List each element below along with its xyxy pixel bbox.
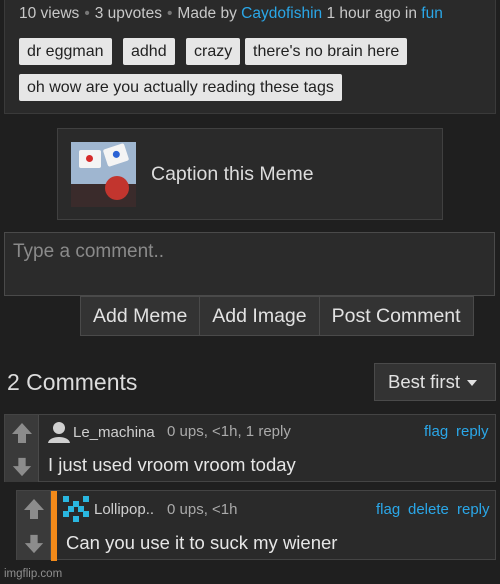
- tag-link[interactable]: dr eggman: [19, 38, 112, 65]
- meme-stats-line: 10 views • 3 upvotes • Made by Caydofishin 1…: [19, 5, 443, 23]
- stream-link[interactable]: fun: [421, 5, 443, 22]
- caption-label: Caption this Meme: [151, 163, 314, 185]
- comments-count: 2 Comments: [7, 369, 138, 395]
- comment-reply: Lollipop.. 0 ups, <1h flag delete reply …: [16, 490, 496, 561]
- views-count: 10 views: [19, 5, 80, 22]
- meme-meta-panel: 10 views • 3 upvotes • Made by Caydofishin 1…: [4, 0, 496, 114]
- comment-text: Can you use it to suck my wiener: [66, 532, 338, 553]
- flag-link[interactable]: flag: [376, 501, 400, 518]
- upvote-button[interactable]: [17, 491, 51, 527]
- downvote-button[interactable]: [5, 451, 39, 482]
- pixel-avatar-icon[interactable]: [63, 496, 89, 522]
- author-link[interactable]: Caydofishin: [241, 5, 322, 22]
- meme-template-thumbnail: [71, 142, 136, 207]
- imgflip-watermark: imgflip.com: [4, 568, 63, 580]
- separator-dot: •: [84, 5, 90, 22]
- chevron-down-icon: [466, 380, 477, 387]
- tag-link[interactable]: there's no brain here: [245, 38, 408, 65]
- reply-link[interactable]: reply: [456, 423, 489, 440]
- upvote-button[interactable]: [5, 415, 39, 451]
- sort-label: Best first: [388, 371, 460, 392]
- made-by-label: Made by: [177, 5, 237, 22]
- comment-actions: Add Meme Add Image Post Comment: [80, 296, 474, 336]
- arrow-down-icon: [12, 457, 31, 476]
- sort-dropdown[interactable]: Best first: [374, 363, 496, 401]
- tag-link[interactable]: oh wow are you actually reading these ta…: [19, 74, 342, 101]
- caption-this-meme-card[interactable]: Caption this Meme: [57, 128, 443, 220]
- add-image-button[interactable]: Add Image: [200, 296, 320, 336]
- reply-indicator-stripe: [51, 491, 57, 561]
- arrow-down-icon: [24, 534, 43, 553]
- post-time: 1 hour ago in: [326, 5, 417, 22]
- comment-meta: 0 ups, <1h, 1 reply: [167, 423, 291, 440]
- comment-username[interactable]: Le_machina: [73, 424, 155, 441]
- downvote-button[interactable]: [17, 527, 51, 560]
- add-meme-button[interactable]: Add Meme: [80, 296, 201, 336]
- comment: Le_machina 0 ups, <1h, 1 reply flag repl…: [4, 414, 496, 482]
- delete-link[interactable]: delete: [408, 501, 449, 518]
- flag-link[interactable]: flag: [424, 423, 448, 440]
- arrow-up-icon: [11, 423, 32, 443]
- reply-link[interactable]: reply: [457, 501, 490, 518]
- comment-input[interactable]: [4, 232, 495, 296]
- comment-text: I just used vroom vroom today: [48, 454, 296, 475]
- tag-link[interactable]: adhd: [123, 38, 175, 65]
- comment-username[interactable]: Lollipop..: [94, 501, 154, 518]
- separator-dot: •: [166, 5, 173, 22]
- default-avatar-icon[interactable]: [48, 421, 70, 443]
- post-comment-button[interactable]: Post Comment: [319, 296, 474, 336]
- tag-link[interactable]: crazy: [186, 38, 241, 65]
- arrow-up-icon: [23, 499, 44, 519]
- comment-meta: 0 ups, <1h: [167, 501, 238, 518]
- upvotes-count: 3 upvotes: [94, 5, 162, 22]
